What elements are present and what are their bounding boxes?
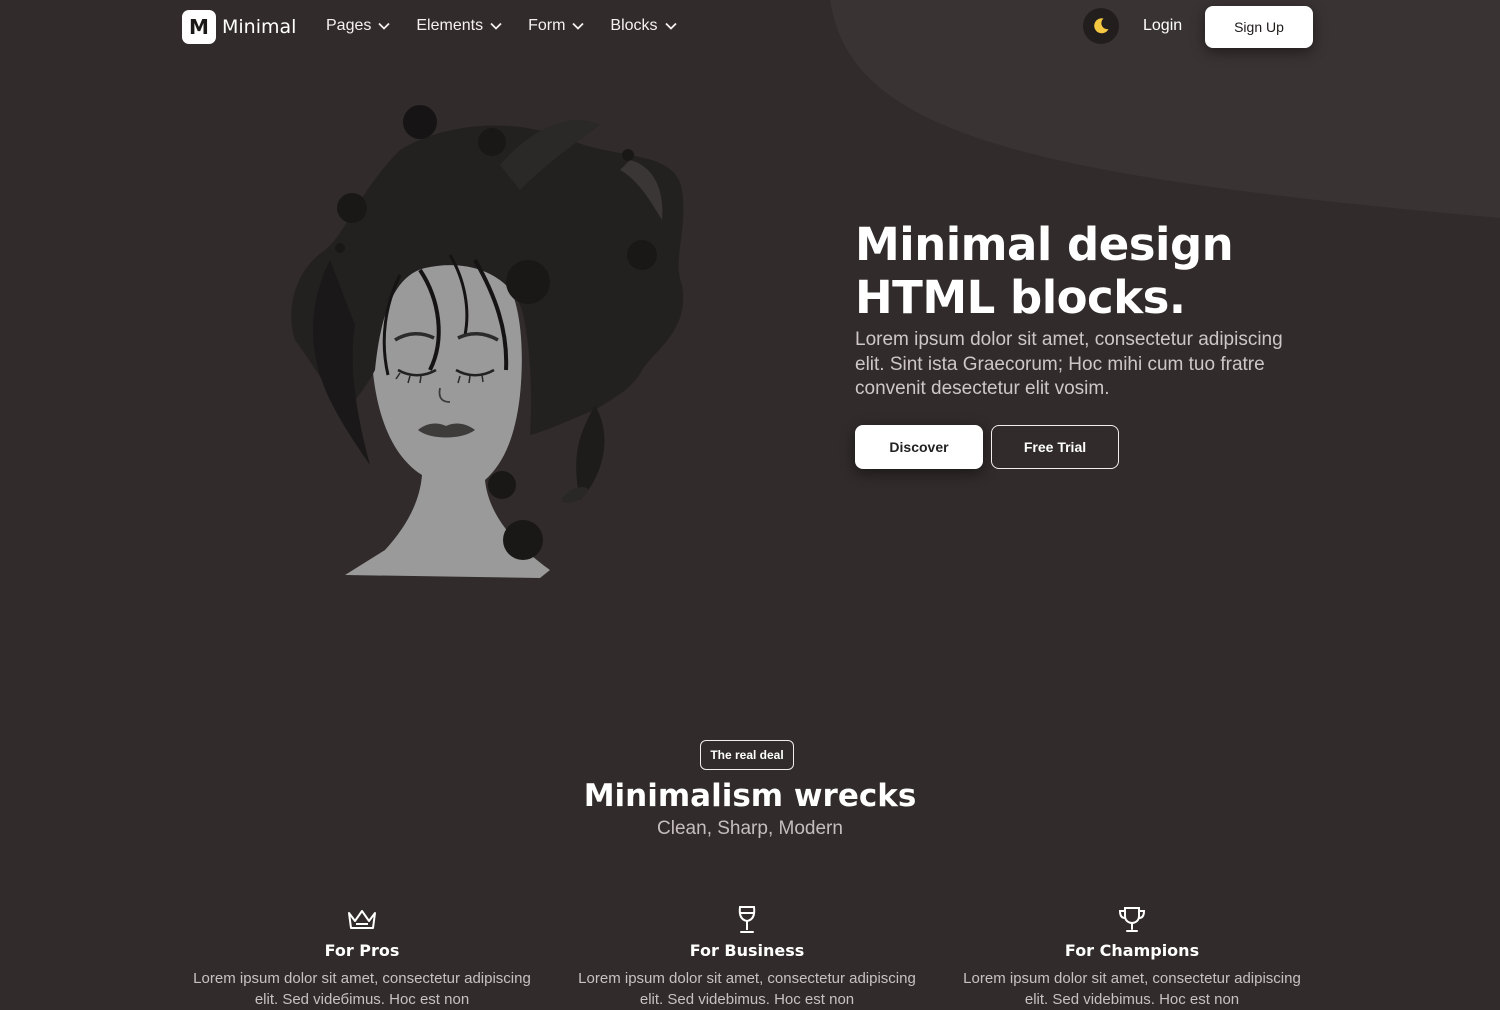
crown-icon bbox=[348, 910, 376, 929]
moon-icon bbox=[1094, 18, 1109, 34]
nav-item-form[interactable]: Form bbox=[528, 17, 585, 35]
wine-glass-icon bbox=[738, 906, 756, 933]
nav-item-label: Blocks bbox=[610, 17, 658, 34]
nav-item-label: Pages bbox=[326, 17, 372, 34]
feature-title: For Pros bbox=[324, 941, 400, 960]
chevron-down-icon bbox=[490, 22, 502, 30]
free-trial-button[interactable]: Free Trial bbox=[991, 425, 1119, 469]
chevron-down-icon bbox=[572, 22, 585, 30]
chevron-down-icon bbox=[664, 22, 677, 30]
feature-text: Lorem ipsum dolor sit amet, consectetur … bbox=[193, 970, 531, 1008]
nav-item-elements[interactable]: Elements bbox=[416, 17, 502, 35]
hero-watercolor-illustration bbox=[291, 105, 684, 578]
brand-name: Minimal bbox=[222, 16, 297, 38]
hero-title-line1: Minimal design bbox=[855, 218, 1234, 271]
section-badge: The real deal bbox=[700, 740, 794, 770]
nav-item-pages[interactable]: Pages bbox=[326, 17, 391, 35]
main-nav: Pages Elements Form Blocks bbox=[326, 17, 703, 35]
chevron-down-icon bbox=[378, 22, 391, 30]
feature-card-business: For Business Lorem ipsum dolor sit amet,… bbox=[577, 904, 917, 1010]
sign-up-button[interactable]: Sign Up bbox=[1205, 6, 1313, 48]
feature-title: For Business bbox=[689, 941, 805, 960]
feature-text: Lorem ipsum dolor sit amet, consectetur … bbox=[963, 970, 1301, 1008]
feature-card-pros: For Pros Lorem ipsum dolor sit amet, con… bbox=[192, 904, 532, 1010]
nav-item-label: Form bbox=[528, 17, 566, 34]
hero-title-line2: HTML blocks. bbox=[855, 271, 1186, 324]
hero-title: Minimal design HTML blocks. bbox=[855, 218, 1234, 324]
login-link[interactable]: Login bbox=[1143, 17, 1182, 35]
brand-logo[interactable]: M Minimal bbox=[182, 10, 296, 44]
feature-card-champions: For Champions Lorem ipsum dolor sit amet… bbox=[962, 904, 1302, 1010]
nav-item-label: Elements bbox=[416, 17, 484, 34]
feature-title: For Champions bbox=[1064, 941, 1200, 960]
top-navbar: M Minimal Pages Elements Form Blocks Log… bbox=[0, 0, 1500, 56]
feature-text: Lorem ipsum dolor sit amet, consectetur … bbox=[578, 970, 916, 1008]
hero-description: Lorem ipsum dolor sit amet, consectetur … bbox=[855, 329, 1283, 399]
trophy-icon bbox=[1118, 907, 1146, 932]
logo-mark-icon: M bbox=[182, 10, 216, 44]
discover-button[interactable]: Discover bbox=[855, 425, 983, 469]
nav-item-blocks[interactable]: Blocks bbox=[610, 17, 677, 35]
section-title: Minimalism wrecks bbox=[583, 778, 917, 814]
section-subtitle: Clean, Sharp, Modern bbox=[657, 818, 843, 839]
theme-toggle-button[interactable] bbox=[1083, 8, 1119, 44]
